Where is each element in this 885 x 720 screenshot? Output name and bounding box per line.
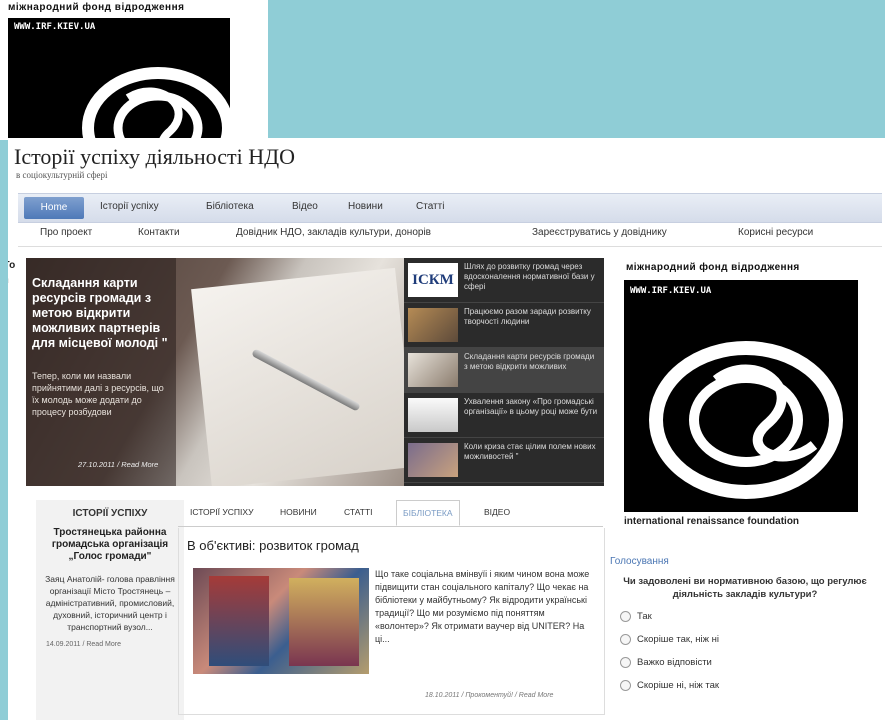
news-item-text: Ухвалення закону «Про громадські організ… bbox=[464, 397, 598, 416]
nav-item-video[interactable]: Відео bbox=[292, 201, 318, 212]
radio-icon[interactable] bbox=[620, 657, 631, 669]
poll-title: Голосування bbox=[610, 556, 669, 567]
poll-option[interactable]: Скоріше ні, ніж так bbox=[620, 680, 880, 691]
irf-logo-icon bbox=[82, 67, 230, 140]
news-slider-list: ІСКМ Шлях до розвитку громад через вдоск… bbox=[404, 258, 604, 486]
subnav-about[interactable]: Про проект bbox=[40, 227, 92, 238]
story-title[interactable]: Тростянецька районна громадська організа… bbox=[44, 527, 176, 563]
radio-icon[interactable] bbox=[620, 680, 631, 692]
news-thumb-image bbox=[408, 398, 458, 432]
article-meta-links[interactable]: 18.10.2011 / Прокоментуй! / Read More bbox=[425, 692, 553, 699]
nav-item-articles[interactable]: Статті bbox=[416, 201, 444, 212]
nav-home-button[interactable]: Home bbox=[24, 197, 84, 219]
poll-option-label: Важко відповісти bbox=[637, 657, 712, 669]
success-story-box: ІСТОРІЇ УСПІХУ Тростянецька районна гром… bbox=[36, 500, 184, 720]
poll-widget: Голосування Чи задоволені ви нормативною… bbox=[610, 556, 880, 703]
nav-item-stories[interactable]: Історії успіху bbox=[100, 201, 159, 212]
story-section-label: ІСТОРІЇ УСПІХУ bbox=[72, 508, 148, 519]
news-item-text: Коли криза стає цілим полем нових можлив… bbox=[464, 442, 596, 461]
sub-nav: Про проект Контакти Довідник НДО, заклад… bbox=[18, 222, 882, 247]
story-text: Заяц Анатолій- голова правління організа… bbox=[45, 574, 175, 632]
poll-option-label: Скоріше так, ніж ні bbox=[637, 634, 720, 646]
radio-icon[interactable] bbox=[620, 611, 631, 622]
news-item-text: Працюємо разом заради розвитку творчості… bbox=[464, 307, 591, 326]
poll-option-label: Так bbox=[637, 611, 652, 623]
news-item[interactable]: Працюємо разом заради розвитку творчості… bbox=[404, 303, 604, 348]
top-logo-emblem: WWW.IRF.KIEV.UA bbox=[8, 18, 230, 140]
tab-content-article: В об'єктиві: розвиток громад Що таке соц… bbox=[178, 528, 605, 715]
right-logo-block[interactable]: міжнародний фонд відродження WWW.IRF.KIE… bbox=[620, 258, 860, 538]
tab-news[interactable]: НОВИНИ bbox=[274, 500, 323, 524]
radio-icon[interactable] bbox=[620, 634, 631, 646]
nav-item-news[interactable]: Новини bbox=[348, 201, 383, 212]
news-thumb-image bbox=[408, 353, 458, 387]
tab-articles[interactable]: СТАТТІ bbox=[338, 500, 379, 524]
tab-video[interactable]: ВІДЕО bbox=[478, 500, 516, 524]
story-date-read-more[interactable]: 14.09.2011 / Read More bbox=[46, 641, 184, 648]
hero-date-read-more[interactable]: 27.10.2011 / Read More bbox=[78, 460, 158, 469]
news-item[interactable]: Ухвалення закону «Про громадські організ… bbox=[404, 393, 604, 438]
right-logo-emblem: WWW.IRF.KIEV.UA bbox=[624, 280, 858, 512]
site-subtitle: в соціокультурній сфері bbox=[16, 170, 108, 180]
article-text: Що таке соціальна вмінвуїі і яким чином … bbox=[375, 569, 590, 644]
news-item-active[interactable]: Складання карти ресурсів громади з метою… bbox=[404, 348, 604, 393]
news-item-text: Складання карти ресурсів громади з метою… bbox=[464, 352, 595, 371]
right-logo-footer: international renaissance foundation bbox=[624, 516, 800, 527]
subnav-register[interactable]: Зареєструватись у довіднику bbox=[532, 227, 667, 238]
article-image-part bbox=[289, 578, 359, 666]
left-fragment-2: ч bbox=[8, 276, 9, 285]
poll-option-label: Скоріше ні, ніж так bbox=[637, 680, 720, 692]
news-item[interactable]: Коли криза стає цілим полем нових можлив… bbox=[404, 438, 604, 483]
top-logo-fund-name: міжнародний фонд відродження bbox=[8, 2, 185, 13]
tab-stories[interactable]: ІСТОРІЇ УСПІХУ bbox=[184, 500, 259, 524]
article-image-part bbox=[209, 576, 269, 666]
poll-question: Чи задоволені ви нормативною базою, що р… bbox=[623, 576, 867, 600]
poll-option[interactable]: Так bbox=[620, 611, 880, 622]
irf-logo-icon bbox=[649, 341, 843, 499]
site-page: Історії успіху діяльності НДО в соціокул… bbox=[8, 138, 885, 720]
news-item-text: Шлях до розвитку громад через вдосконале… bbox=[464, 262, 595, 291]
hero-slide[interactable]: Складання карти ресурсів громади з метою… bbox=[26, 258, 406, 486]
tab-library[interactable]: БІБЛІОТЕКА bbox=[396, 500, 460, 526]
article-image[interactable] bbox=[193, 568, 369, 674]
news-item[interactable]: ІСКМ Шлях до розвитку громад через вдоск… bbox=[404, 258, 604, 303]
main-nav: Home Історії успіху Бібліотека Відео Нов… bbox=[18, 193, 882, 223]
subnav-directory[interactable]: Довідник НДО, закладів культури, донорів bbox=[236, 227, 431, 238]
poll-option[interactable]: Скоріше так, ніж ні bbox=[620, 634, 880, 645]
news-thumb-image bbox=[408, 443, 458, 477]
hero-description: Тепер, коли ми назвали прийнятими далі з… bbox=[32, 371, 164, 417]
site-title[interactable]: Історії успіху діяльності НДО bbox=[14, 144, 295, 170]
news-thumb-logo: ІСКМ bbox=[408, 263, 458, 297]
subnav-resources[interactable]: Корисні ресурси bbox=[738, 227, 813, 238]
content-tabs: ІСТОРІЇ УСПІХУ НОВИНИ СТАТТІ БІБЛІОТЕКА … bbox=[178, 500, 603, 527]
poll-option[interactable]: Важко відповісти bbox=[620, 657, 880, 668]
top-logo-card: міжнародний фонд відродження WWW.IRF.KIE… bbox=[0, 0, 268, 140]
article-headline[interactable]: В об'єктиві: розвиток громад bbox=[187, 538, 359, 553]
subnav-contacts[interactable]: Контакти bbox=[138, 227, 180, 238]
right-logo-fund-name: міжнародний фонд відродження bbox=[626, 262, 800, 273]
left-fragment-1: Го bbox=[8, 260, 16, 271]
nav-item-library[interactable]: Бібліотека bbox=[206, 201, 254, 212]
hero-title[interactable]: Складання карти ресурсів громади з метою… bbox=[32, 276, 182, 351]
news-thumb-image bbox=[408, 308, 458, 342]
